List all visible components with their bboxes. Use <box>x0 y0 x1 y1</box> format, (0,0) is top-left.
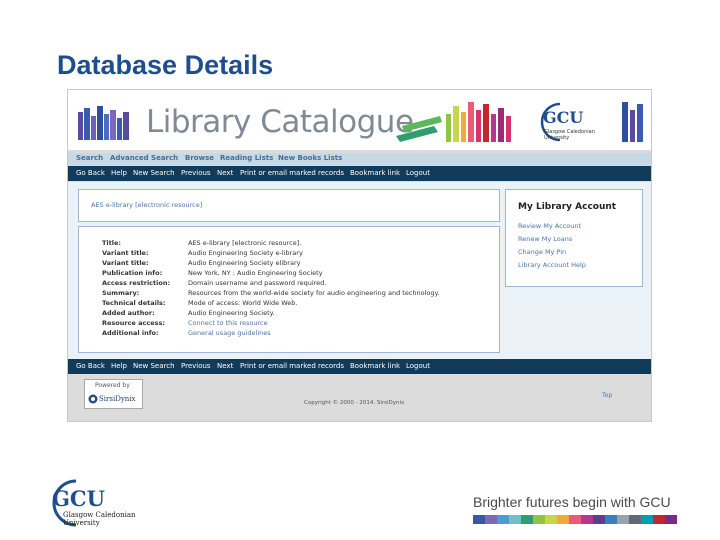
gcu-logo: GCU Glasgow Caledonian University <box>46 478 156 528</box>
gcu-logo-acronym: GCU <box>52 486 105 511</box>
print-email-button[interactable]: Print or email marked records <box>240 362 344 370</box>
previous-button[interactable]: Previous <box>181 362 211 370</box>
powered-by-badge[interactable]: Powered by SirsiDynix <box>84 379 143 409</box>
detail-value: Audio Engineering Society. <box>188 309 275 317</box>
new-search-button[interactable]: New Search <box>133 362 175 370</box>
account-help-link[interactable]: Library Account Help <box>518 261 586 269</box>
color-stripe-block <box>593 515 605 524</box>
detail-label: Technical details: <box>102 299 166 307</box>
account-heading: My Library Account <box>518 202 617 212</box>
usage-guidelines-link[interactable]: General usage guidelines <box>188 329 271 337</box>
logout-button[interactable]: Logout <box>406 362 430 370</box>
powered-by-text: Powered by <box>95 382 130 389</box>
new-search-button[interactable]: New Search <box>133 169 175 177</box>
color-stripe <box>473 515 677 524</box>
color-stripe-block <box>497 515 509 524</box>
record-heading: AES e-library [electronic resource] <box>91 201 203 209</box>
detail-label: Variant title: <box>102 259 149 267</box>
catalogue-banner: Library Catalogue GCU Glasgow Caledonian… <box>68 90 651 150</box>
go-back-button[interactable]: Go Back <box>76 169 105 177</box>
go-back-button[interactable]: Go Back <box>76 362 105 370</box>
action-bar-bottom: Go Back Help New Search Previous Next Pr… <box>68 359 651 374</box>
nav-reading-lists[interactable]: Reading Lists <box>220 154 273 162</box>
nav-search[interactable]: Search <box>76 154 103 162</box>
color-stripe-block <box>473 515 485 524</box>
detail-label: Resource access: <box>102 319 165 327</box>
detail-value: Audio Engineering Society e-library <box>188 249 303 257</box>
color-stripe-block <box>665 515 677 524</box>
logout-button[interactable]: Logout <box>406 169 430 177</box>
next-button[interactable]: Next <box>217 362 233 370</box>
connect-resource-link[interactable]: Connect to this resource <box>188 319 268 327</box>
books-far-right-icon <box>622 102 643 142</box>
books-right-icon <box>396 102 511 142</box>
account-panel: My Library Account Review My Account Ren… <box>505 189 643 287</box>
color-stripe-block <box>521 515 533 524</box>
catalogue-footer: Powered by SirsiDynix Copyright © 2000 -… <box>68 376 651 421</box>
color-stripe-block <box>569 515 581 524</box>
gcu-logo-name-2: University <box>63 519 100 527</box>
detail-label: Variant title: <box>102 249 149 257</box>
sirsidynix-text: SirsiDynix <box>99 395 136 403</box>
detail-label: Title: <box>102 239 122 247</box>
library-catalogue-title: Library Catalogue <box>146 104 414 140</box>
color-stripe-block <box>485 515 497 524</box>
action-bar-top: Go Back Help New Search Previous Next Pr… <box>68 166 651 181</box>
copyright-text: Copyright © 2000 - 2014. SirsiDynix <box>304 400 405 406</box>
color-stripe-block <box>533 515 545 524</box>
sirsidynix-logo-icon <box>88 394 98 404</box>
renew-loans-link[interactable]: Renew My Loans <box>518 235 572 243</box>
detail-label: Access restriction: <box>102 279 171 287</box>
color-stripe-block <box>557 515 569 524</box>
color-stripe-block <box>617 515 629 524</box>
slide-title: Database Details <box>57 50 274 80</box>
nav-browse[interactable]: Browse <box>185 154 214 162</box>
record-heading-panel: AES e-library [electronic resource] <box>78 189 500 222</box>
gcu-logo-name-1: Glasgow Caledonian <box>63 511 136 519</box>
bookmark-link-button[interactable]: Bookmark link <box>350 362 400 370</box>
next-button[interactable]: Next <box>217 169 233 177</box>
change-pin-link[interactable]: Change My Pin <box>518 248 566 256</box>
color-stripe-block <box>605 515 617 524</box>
top-link[interactable]: Top <box>602 392 612 399</box>
color-stripe-block <box>509 515 521 524</box>
detail-label: Summary: <box>102 289 140 297</box>
detail-value: Audio Engineering Society elibrary <box>188 259 301 267</box>
gcu-banner-acronym: GCU <box>543 108 584 127</box>
catalogue-screenshot: Library Catalogue GCU Glasgow Caledonian… <box>67 89 652 422</box>
color-stripe-block <box>545 515 557 524</box>
detail-value: Mode of access: World Wide Web. <box>188 299 298 307</box>
content-area: AES e-library [electronic resource] Titl… <box>68 182 651 359</box>
print-email-button[interactable]: Print or email marked records <box>240 169 344 177</box>
detail-label: Added author: <box>102 309 155 317</box>
color-stripe-block <box>581 515 593 524</box>
detail-value: AES e-library [electronic resource]. <box>188 239 302 247</box>
detail-value: New York, NY : Audio Engineering Society <box>188 269 323 277</box>
record-details-panel: Title: AES e-library [electronic resourc… <box>78 226 500 353</box>
color-stripe-block <box>641 515 653 524</box>
help-button[interactable]: Help <box>111 169 127 177</box>
detail-label: Publication info: <box>102 269 163 277</box>
color-stripe-block <box>629 515 641 524</box>
color-stripe-block <box>653 515 665 524</box>
top-navigation: Search Advanced Search Browse Reading Li… <box>68 153 651 165</box>
review-account-link[interactable]: Review My Account <box>518 222 581 230</box>
detail-label: Additional info: <box>102 329 159 337</box>
gcu-banner-logo: GCU Glasgow Caledonian University <box>538 100 608 144</box>
detail-value: Domain username and password required. <box>188 279 327 287</box>
bookmark-link-button[interactable]: Bookmark link <box>350 169 400 177</box>
help-button[interactable]: Help <box>111 362 127 370</box>
detail-value: Resources from the world-wide society fo… <box>188 289 440 297</box>
tagline: Brighter futures begin with GCU <box>473 494 671 510</box>
previous-button[interactable]: Previous <box>181 169 211 177</box>
gcu-banner-name-2: University <box>544 135 570 141</box>
nav-new-books-lists[interactable]: New Books Lists <box>278 154 342 162</box>
books-left-icon <box>78 106 129 140</box>
nav-advanced-search[interactable]: Advanced Search <box>110 154 178 162</box>
